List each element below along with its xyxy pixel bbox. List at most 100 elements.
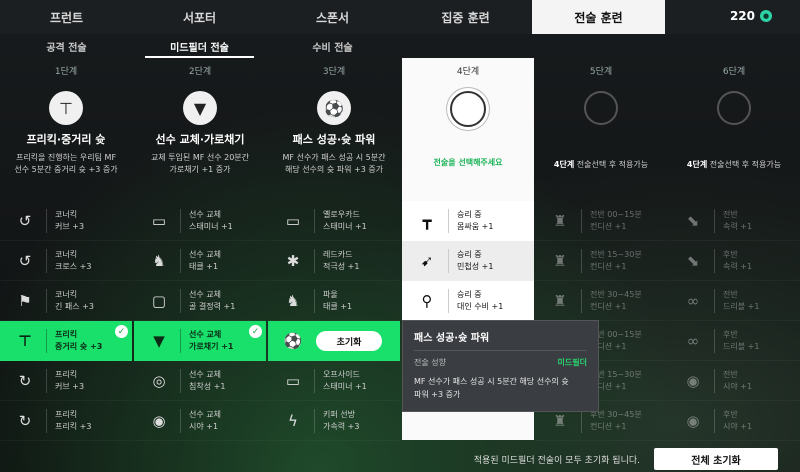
divider	[581, 288, 582, 313]
tactic-label: 프리킥 중거리 슛 +3	[55, 329, 103, 351]
tactic-cell[interactable]: ↺ 코너킥 커브 +3	[0, 201, 132, 241]
tactic-label: 승리 중 민첩성 +1	[457, 249, 494, 271]
divider	[180, 288, 181, 313]
divider	[46, 208, 47, 233]
sub-nav: 공격 전술 미드필더 전술 수비 전술	[0, 34, 800, 58]
helmet-icon: ♞	[152, 251, 166, 270]
tactic-label: 승리 중 대인 수비 +1	[457, 289, 504, 311]
divider	[46, 368, 47, 393]
jersey-icon: ♜	[553, 211, 567, 230]
coin-amount: 220	[729, 9, 755, 23]
subtab-attack[interactable]: 공격 전술	[0, 34, 133, 58]
tactic-cell[interactable]: ◉ 전반 시야 +1	[668, 361, 800, 401]
stage-2[interactable]: 2단계 ▼ 선수 교체·가로채기 교체 투입된 MF 선수 20분간 가로채기 +…	[134, 58, 266, 201]
reset-pill-button[interactable]: 초기화	[316, 331, 382, 351]
tab-focus-training[interactable]: 집중 훈련	[399, 0, 532, 34]
stage-1[interactable]: 1단계 ⊤ 프리킥·중거리 슛 프리킥을 진행하는 우리팀 MF 선수 5분간 중…	[0, 58, 132, 201]
tactic-cell[interactable]: ϟ 키퍼 선방 가속력 +3	[268, 401, 400, 441]
tactic-cell[interactable]: ➹ 승리 중 민첩성 +1	[402, 241, 534, 281]
tactic-cell[interactable]: ▼ 선수 교체 가로채기 +1 ✓	[134, 321, 266, 361]
tactic-cell[interactable]: ✱ 레드카드 적극성 +1	[268, 241, 400, 281]
yellow-card-icon: ▭	[285, 211, 301, 230]
check-icon: ✓	[115, 325, 128, 338]
tooltip-value: 미드필더	[557, 358, 587, 367]
tactic-cell[interactable]: ⚲ 승리 중 대인 수비 +1	[402, 281, 534, 321]
corner-kick-icon: ↺	[18, 251, 32, 270]
tooltip-label: 전술 성향	[414, 358, 446, 367]
tactic-cell[interactable]: ♜ 전반 30~45분 컨디션 +1	[535, 281, 667, 321]
tactic-label: 전반 속력 +1	[723, 209, 753, 231]
tactic-label: 승리 중 몸싸움 +1	[457, 209, 494, 231]
tactic-cell[interactable]: ⚽ 초기화	[268, 321, 400, 361]
ball-icon: ⚽	[317, 91, 351, 125]
bird-icon: ➹	[420, 251, 434, 270]
dribble-icon: ∞	[686, 291, 700, 310]
tactic-cell[interactable]: ↻ 프리킥 커브 +3	[0, 361, 132, 401]
divider	[714, 248, 715, 273]
eagle-icon: ▼	[183, 91, 217, 125]
empty-slot-icon	[584, 91, 618, 125]
tactic-cell[interactable]: ⬊ 후반 속력 +1	[668, 241, 800, 281]
tactic-cell[interactable]: ⊤ 프리킥 중거리 슛 +3 ✓	[0, 321, 132, 361]
tactic-cell[interactable]: ┳ 승리 중 몸싸움 +1	[402, 201, 534, 241]
tactic-cell[interactable]: ▭ 선수 교체 스태미너 +1	[134, 201, 266, 241]
tab-tactics-training[interactable]: 전술 훈련	[532, 0, 665, 34]
stage-5: 5단계 4단계 전술선택 후 적용가능	[535, 58, 667, 201]
subtab-defense[interactable]: 수비 전술	[266, 34, 399, 58]
reset-all-button[interactable]: 전체 초기화	[654, 448, 778, 470]
divider	[180, 208, 181, 233]
tactic-label: 전반 00~15분 컨디션 +1	[590, 209, 642, 231]
tactic-cell[interactable]: ◉ 후반 시야 +1	[668, 401, 800, 441]
tactic-cell[interactable]: ◎ 선수 교체 침착성 +1	[134, 361, 266, 401]
divider	[180, 328, 181, 353]
tab-sponsor[interactable]: 스폰서	[266, 0, 399, 34]
tactic-label: 오프사이드 스태미너 +1	[323, 369, 367, 391]
divider	[714, 288, 715, 313]
tactic-cell[interactable]: ∞ 전반 드리블 +1	[668, 281, 800, 321]
tactic-cell[interactable]: ▭ 옐로우카드 스태미너 +1	[268, 201, 400, 241]
stage-step: 6단계	[722, 67, 746, 77]
corner-kick-icon: ↺	[18, 211, 32, 230]
divider	[314, 248, 315, 273]
tactic-label: 코너킥 커브 +3	[55, 209, 85, 231]
tactic-label: 전반 드리블 +1	[723, 289, 760, 311]
divider	[314, 288, 315, 313]
tactic-cell[interactable]: ♞ 선수 교체 태클 +1	[134, 241, 266, 281]
jersey-icon: ♜	[553, 291, 567, 310]
tactic-cell[interactable]: ◉ 선수 교체 시야 +1	[134, 401, 266, 441]
tactic-cell[interactable]: ♜ 전반 15~30분 컨디션 +1	[535, 241, 667, 281]
coin-icon: ●	[760, 10, 772, 22]
divider	[448, 208, 449, 233]
divider	[714, 408, 715, 433]
footer: 적용된 미드필더 전술이 모두 초기화 됩니다. 전체 초기화	[0, 444, 800, 472]
tactic-cell[interactable]: ▢ 선수 교체 골 결정력 +1	[134, 281, 266, 321]
tactic-label: 선수 교체 태클 +1	[189, 249, 221, 271]
tactic-tooltip: 패스 성공·슛 파워 전술 성향 미드필더 MF 선수가 패스 성공 시 5분간 …	[402, 320, 599, 412]
ball-icon: ⚽	[283, 331, 303, 350]
divider	[581, 248, 582, 273]
stage-title: 선수 교체·가로채기	[155, 133, 245, 146]
tactic-cell[interactable]: ⬊ 전반 속력 +1	[668, 201, 800, 241]
tab-supporter[interactable]: 서포터	[133, 0, 266, 34]
tactic-label: 선수 교체 침착성 +1	[189, 369, 226, 391]
stage-desc: MF 선수가 패스 성공 시 5분간 해당 선수의 슛 파워 +3 증가	[282, 153, 386, 174]
divider	[714, 208, 715, 233]
tactic-cell[interactable]: ⚑ 코너킥 긴 패스 +3	[0, 281, 132, 321]
tab-front[interactable]: 프런트	[0, 0, 133, 34]
goal-icon: ▢	[151, 291, 167, 310]
tactic-cell[interactable]: ♜ 전반 00~15분 컨디션 +1	[535, 201, 667, 241]
lightning-icon: ϟ	[288, 411, 298, 430]
stage-step: 5단계	[589, 67, 613, 77]
tactic-label: 선수 교체 골 결정력 +1	[189, 289, 236, 311]
subtab-midfield[interactable]: 미드필더 전술	[133, 34, 266, 58]
tactic-cell[interactable]: ↻ 프리킥 프리킥 +3	[0, 401, 132, 441]
stage-3[interactable]: 3단계 ⚽ 패스 성공·슛 파워 MF 선수가 패스 성공 시 5분간 해당 선수…	[268, 58, 400, 201]
tactic-cell[interactable]: ↺ 코너킥 크로스 +3	[0, 241, 132, 281]
tactic-cell[interactable]: ∞ 후반 드리블 +1	[668, 321, 800, 361]
tactic-cell[interactable]: ♞ 파울 태클 +1	[268, 281, 400, 321]
tactic-label: 전반 30~45분 컨디션 +1	[590, 289, 642, 311]
tactic-cell[interactable]: ▭ 오프사이드 스태미너 +1	[268, 361, 400, 401]
tactic-label: 전반 시야 +1	[723, 369, 753, 391]
divider	[714, 368, 715, 393]
stage-title: 패스 성공·슛 파워	[292, 133, 376, 146]
